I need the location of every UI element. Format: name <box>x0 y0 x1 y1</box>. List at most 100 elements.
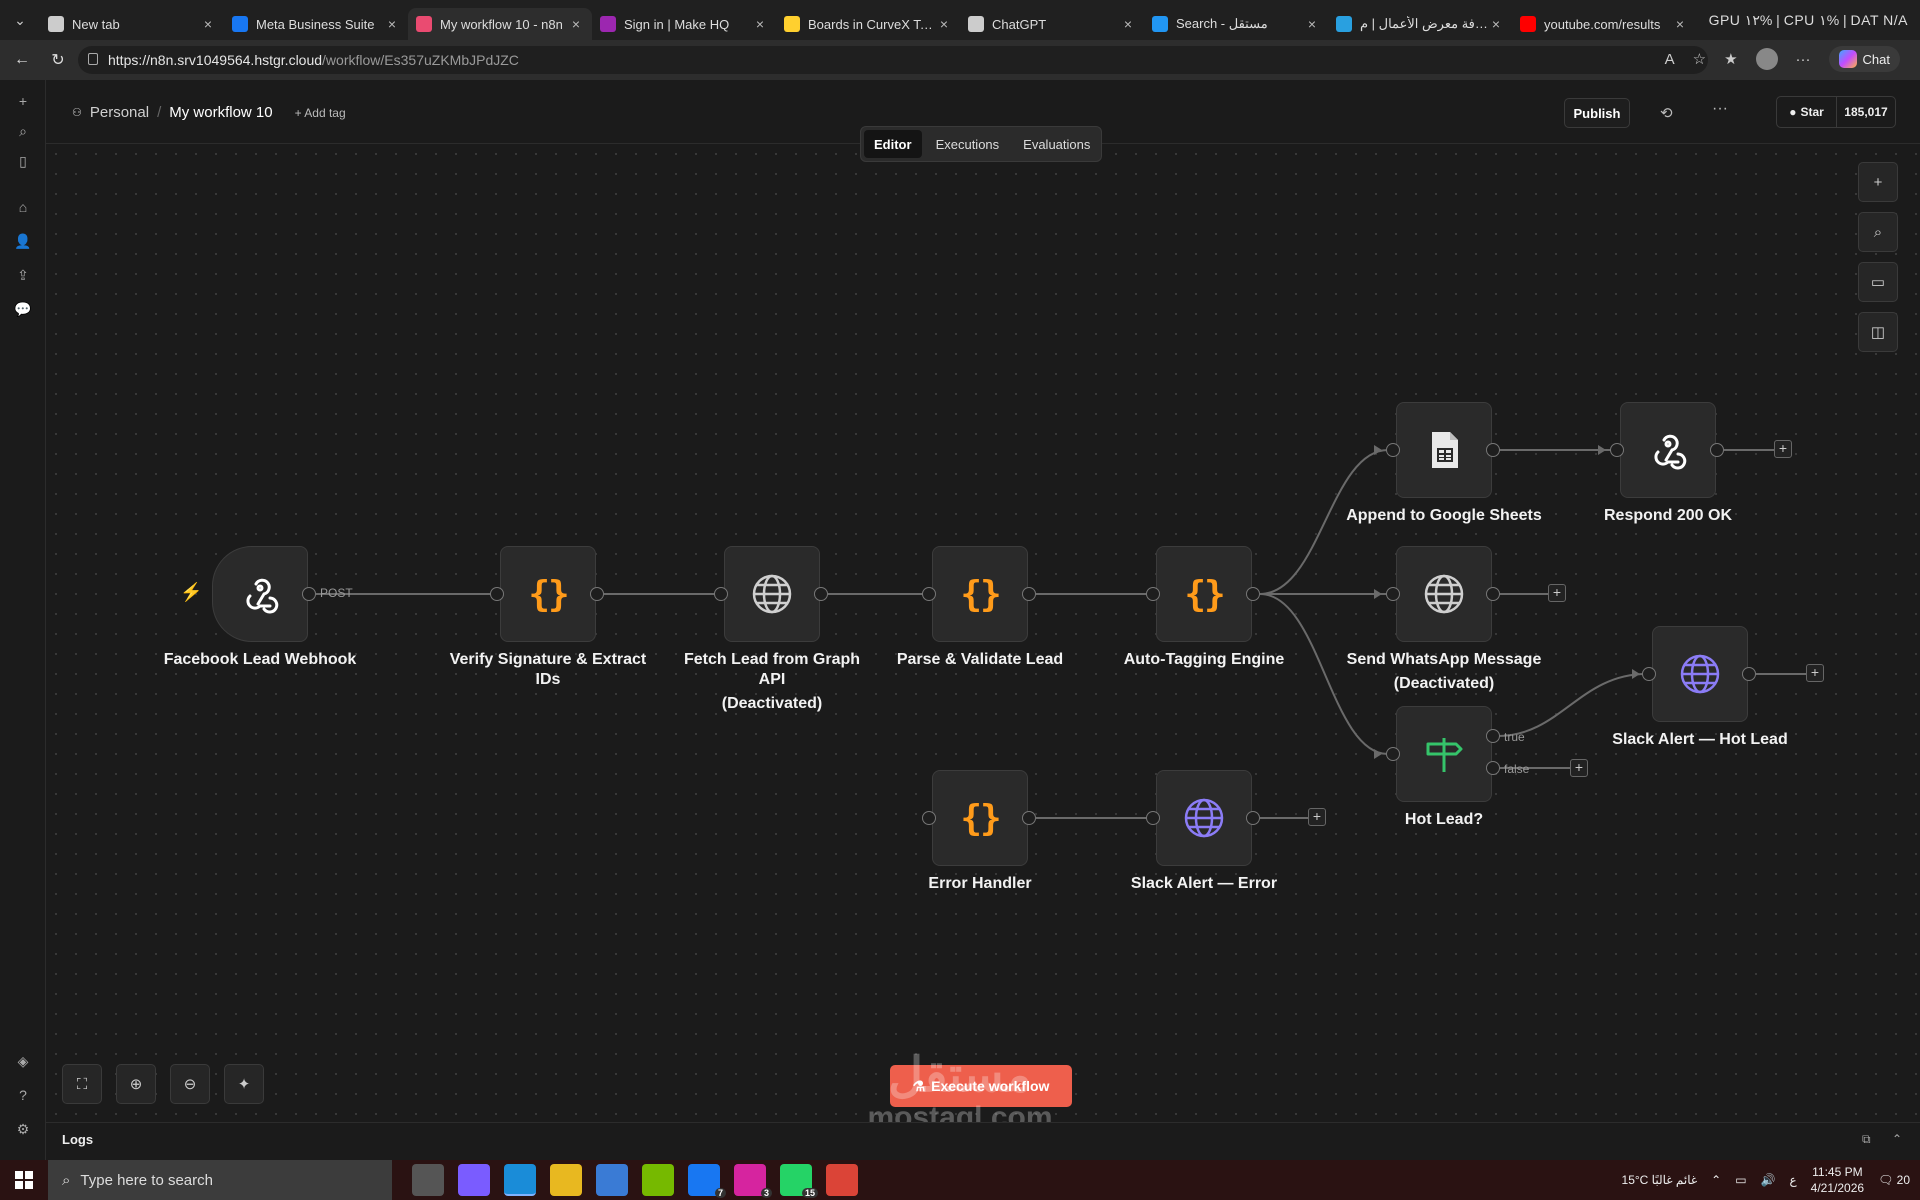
add-node-button[interactable]: + <box>1570 759 1588 777</box>
output-port[interactable] <box>590 587 604 601</box>
add-tag-button[interactable]: + Add tag <box>295 106 346 120</box>
nvidia-icon[interactable] <box>642 1164 674 1196</box>
settings-gear-icon[interactable]: ⚙ <box>14 1120 32 1138</box>
close-tab-icon[interactable]: × <box>1120 16 1136 32</box>
input-port[interactable] <box>1386 587 1400 601</box>
search-nodes-button[interactable]: ⌕ <box>1858 212 1898 252</box>
tab-actions-menu-button[interactable]: ⌄ <box>0 0 40 40</box>
github-star-button[interactable]: ● Star 185,017 <box>1776 96 1896 128</box>
input-port[interactable] <box>1146 811 1160 825</box>
chevron-up-icon[interactable]: ⌃ <box>1892 1132 1902 1146</box>
tab-evaluations[interactable]: Evaluations <box>1013 130 1100 158</box>
publish-button[interactable]: Publish <box>1564 98 1630 128</box>
url-field[interactable]: https://n8n.srv1049564.hstgr.cloud/workf… <box>78 46 1708 74</box>
close-tab-icon[interactable]: × <box>384 16 400 32</box>
add-icon[interactable]: + <box>14 92 32 110</box>
sticky-note-button[interactable]: ▭ <box>1858 262 1898 302</box>
back-button[interactable]: ← <box>8 46 36 74</box>
language-indicator[interactable]: ع <box>1790 1173 1797 1187</box>
output-port[interactable] <box>1742 667 1756 681</box>
browser-tab[interactable]: ChatGPT × <box>960 8 1144 40</box>
task-view-icon[interactable] <box>412 1164 444 1196</box>
history-icon[interactable]: ⟲ <box>1660 104 1673 122</box>
share-icon[interactable]: ⇪ <box>14 266 32 284</box>
output-port[interactable] <box>1022 587 1036 601</box>
close-tab-icon[interactable]: × <box>568 16 584 32</box>
input-port[interactable] <box>1386 747 1400 761</box>
browser-tab[interactable]: Sign in | Make HQ × <box>592 8 776 40</box>
input-port[interactable] <box>922 811 936 825</box>
volume-icon[interactable]: 🔊 <box>1761 1173 1776 1187</box>
browser-tab[interactable]: إضافة معرض الأعمال | م × <box>1328 8 1512 40</box>
add-node-button[interactable]: + <box>1806 664 1824 682</box>
close-tab-icon[interactable]: × <box>1304 16 1320 32</box>
node-slack-hot-lead[interactable] <box>1652 626 1748 722</box>
node-fetch-lead[interactable] <box>724 546 820 642</box>
profile-avatar[interactable] <box>1755 48 1778 70</box>
input-port[interactable] <box>922 587 936 601</box>
browser-tab[interactable]: Meta Business Suite × <box>224 8 408 40</box>
add-node-panel-button[interactable]: + <box>1858 162 1898 202</box>
zoom-out-button[interactable]: ⊖ <box>170 1064 210 1104</box>
store-icon[interactable] <box>596 1164 628 1196</box>
file-explorer-icon[interactable] <box>550 1164 582 1196</box>
input-port[interactable] <box>1386 443 1400 457</box>
logs-panel-bar[interactable]: Logs ⧉ ⌃ <box>46 1122 1920 1154</box>
search-icon[interactable]: ⌕ <box>14 122 32 140</box>
node-parse-validate[interactable]: {} <box>932 546 1028 642</box>
output-port[interactable] <box>1710 443 1724 457</box>
output-port[interactable] <box>302 587 316 601</box>
browser-tab[interactable]: My workflow 10 - n8n × <box>408 8 592 40</box>
node-verify-signature[interactable]: {} <box>500 546 596 642</box>
output-port[interactable] <box>814 587 828 601</box>
favorites-icon[interactable]: ★ <box>1724 50 1737 68</box>
network-icon[interactable]: ▭ <box>1735 1173 1746 1187</box>
add-node-button[interactable]: + <box>1548 584 1566 602</box>
close-tab-icon[interactable]: × <box>752 16 768 32</box>
add-node-button[interactable]: + <box>1774 440 1792 458</box>
browser-tab[interactable]: New tab × <box>40 8 224 40</box>
weather-widget[interactable]: 15°C غائم غالبًا <box>1622 1173 1698 1187</box>
read-aloud-icon[interactable]: A <box>1665 51 1675 68</box>
output-port[interactable] <box>1486 443 1500 457</box>
breadcrumb-project[interactable]: Personal <box>90 104 149 121</box>
output-port[interactable] <box>1486 587 1500 601</box>
input-port[interactable] <box>1610 443 1624 457</box>
windows-start-button[interactable] <box>0 1160 48 1200</box>
tray-chevron-icon[interactable]: ⌃ <box>1711 1173 1721 1187</box>
close-tab-icon[interactable]: × <box>936 16 952 32</box>
chat-icon[interactable]: 💬 <box>14 300 32 318</box>
collapse-sidebar-icon[interactable]: ▯ <box>14 152 32 170</box>
notification-center-icon[interactable]: 🗨 20 <box>1878 1173 1910 1187</box>
clock[interactable]: 11:45 PM 4/21/2026 <box>1811 1164 1864 1196</box>
output-port[interactable] <box>1022 811 1036 825</box>
tab-executions[interactable]: Executions <box>926 130 1010 158</box>
output-port[interactable] <box>1246 811 1260 825</box>
favorite-star-icon[interactable]: ☆ <box>1693 50 1706 68</box>
home-icon[interactable]: ⌂ <box>14 198 32 216</box>
popout-icon[interactable]: ⧉ <box>1862 1132 1871 1147</box>
close-tab-icon[interactable]: × <box>1672 16 1688 32</box>
facebook-icon[interactable]: 7 <box>688 1164 726 1198</box>
close-tab-icon[interactable]: × <box>200 16 216 32</box>
browser-tab[interactable]: Search - مستقل × <box>1144 8 1328 40</box>
node-facebook-lead-webhook[interactable] <box>212 546 308 642</box>
refresh-button[interactable]: ↻ <box>44 46 72 74</box>
taskbar-search[interactable]: ⌕ Type here to search <box>48 1160 392 1200</box>
add-node-button[interactable]: + <box>1308 808 1326 826</box>
input-port[interactable] <box>490 587 504 601</box>
node-auto-tagging[interactable]: {} <box>1156 546 1252 642</box>
templates-icon[interactable]: ◈ <box>14 1052 32 1070</box>
tab-editor[interactable]: Editor <box>864 130 922 158</box>
more-menu-icon[interactable]: ··· <box>1796 51 1811 68</box>
tidy-up-button[interactable]: ✦ <box>224 1064 264 1104</box>
help-icon[interactable]: ? <box>14 1086 32 1104</box>
node-hot-lead-if[interactable] <box>1396 706 1492 802</box>
node-error-handler[interactable]: {} <box>932 770 1028 866</box>
whatsapp-icon[interactable]: 15 <box>780 1164 818 1198</box>
fit-view-button[interactable]: ⛶ <box>62 1064 102 1104</box>
output-port-true[interactable] <box>1486 729 1500 743</box>
input-port[interactable] <box>1146 587 1160 601</box>
node-respond-200[interactable] <box>1620 402 1716 498</box>
input-port[interactable] <box>714 587 728 601</box>
